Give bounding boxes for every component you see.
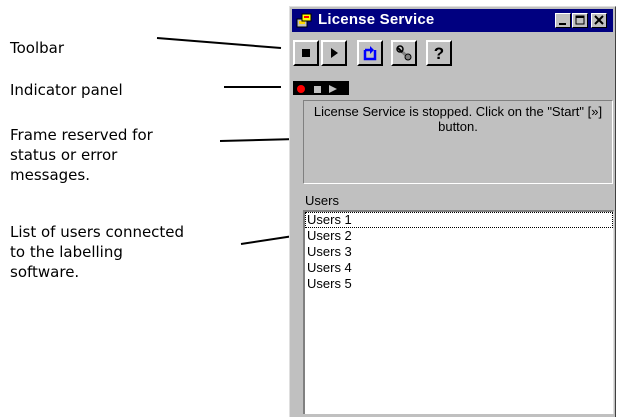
stop-button[interactable] (293, 40, 319, 66)
play-indicator-icon (329, 85, 337, 93)
users-label: Users (305, 193, 339, 208)
close-button[interactable] (591, 13, 607, 28)
window-title: License Service (318, 11, 435, 28)
list-item[interactable]: Users 3 (305, 244, 613, 260)
start-button[interactable] (321, 40, 347, 66)
list-item[interactable]: Users 1 (305, 212, 613, 228)
license-service-app-icon (296, 13, 312, 29)
title-bar[interactable]: License Service (292, 9, 613, 32)
settings-button[interactable] (391, 40, 417, 66)
minimize-button[interactable] (555, 13, 571, 28)
restart-button[interactable] (357, 40, 383, 66)
list-item[interactable]: Users 2 (305, 228, 613, 244)
list-item[interactable]: Users 5 (305, 276, 613, 292)
help-icon: ? (434, 44, 444, 62)
stop-icon (302, 49, 310, 57)
status-message-frame: License Service is stopped. Click on the… (303, 100, 613, 184)
users-list[interactable]: Users 1 Users 2 Users 3 Users 4 Users 5 (303, 210, 614, 414)
stop-indicator-icon (314, 86, 321, 93)
list-item[interactable]: Users 4 (305, 260, 613, 276)
indicator-panel (293, 81, 349, 95)
svg-text:?: ? (434, 44, 444, 62)
wrench-icon (396, 45, 412, 61)
stopped-indicator-icon (297, 85, 305, 93)
refresh-icon (363, 46, 377, 61)
maximize-button[interactable] (572, 13, 588, 28)
play-icon (331, 48, 338, 58)
help-button[interactable]: ? (426, 40, 452, 66)
